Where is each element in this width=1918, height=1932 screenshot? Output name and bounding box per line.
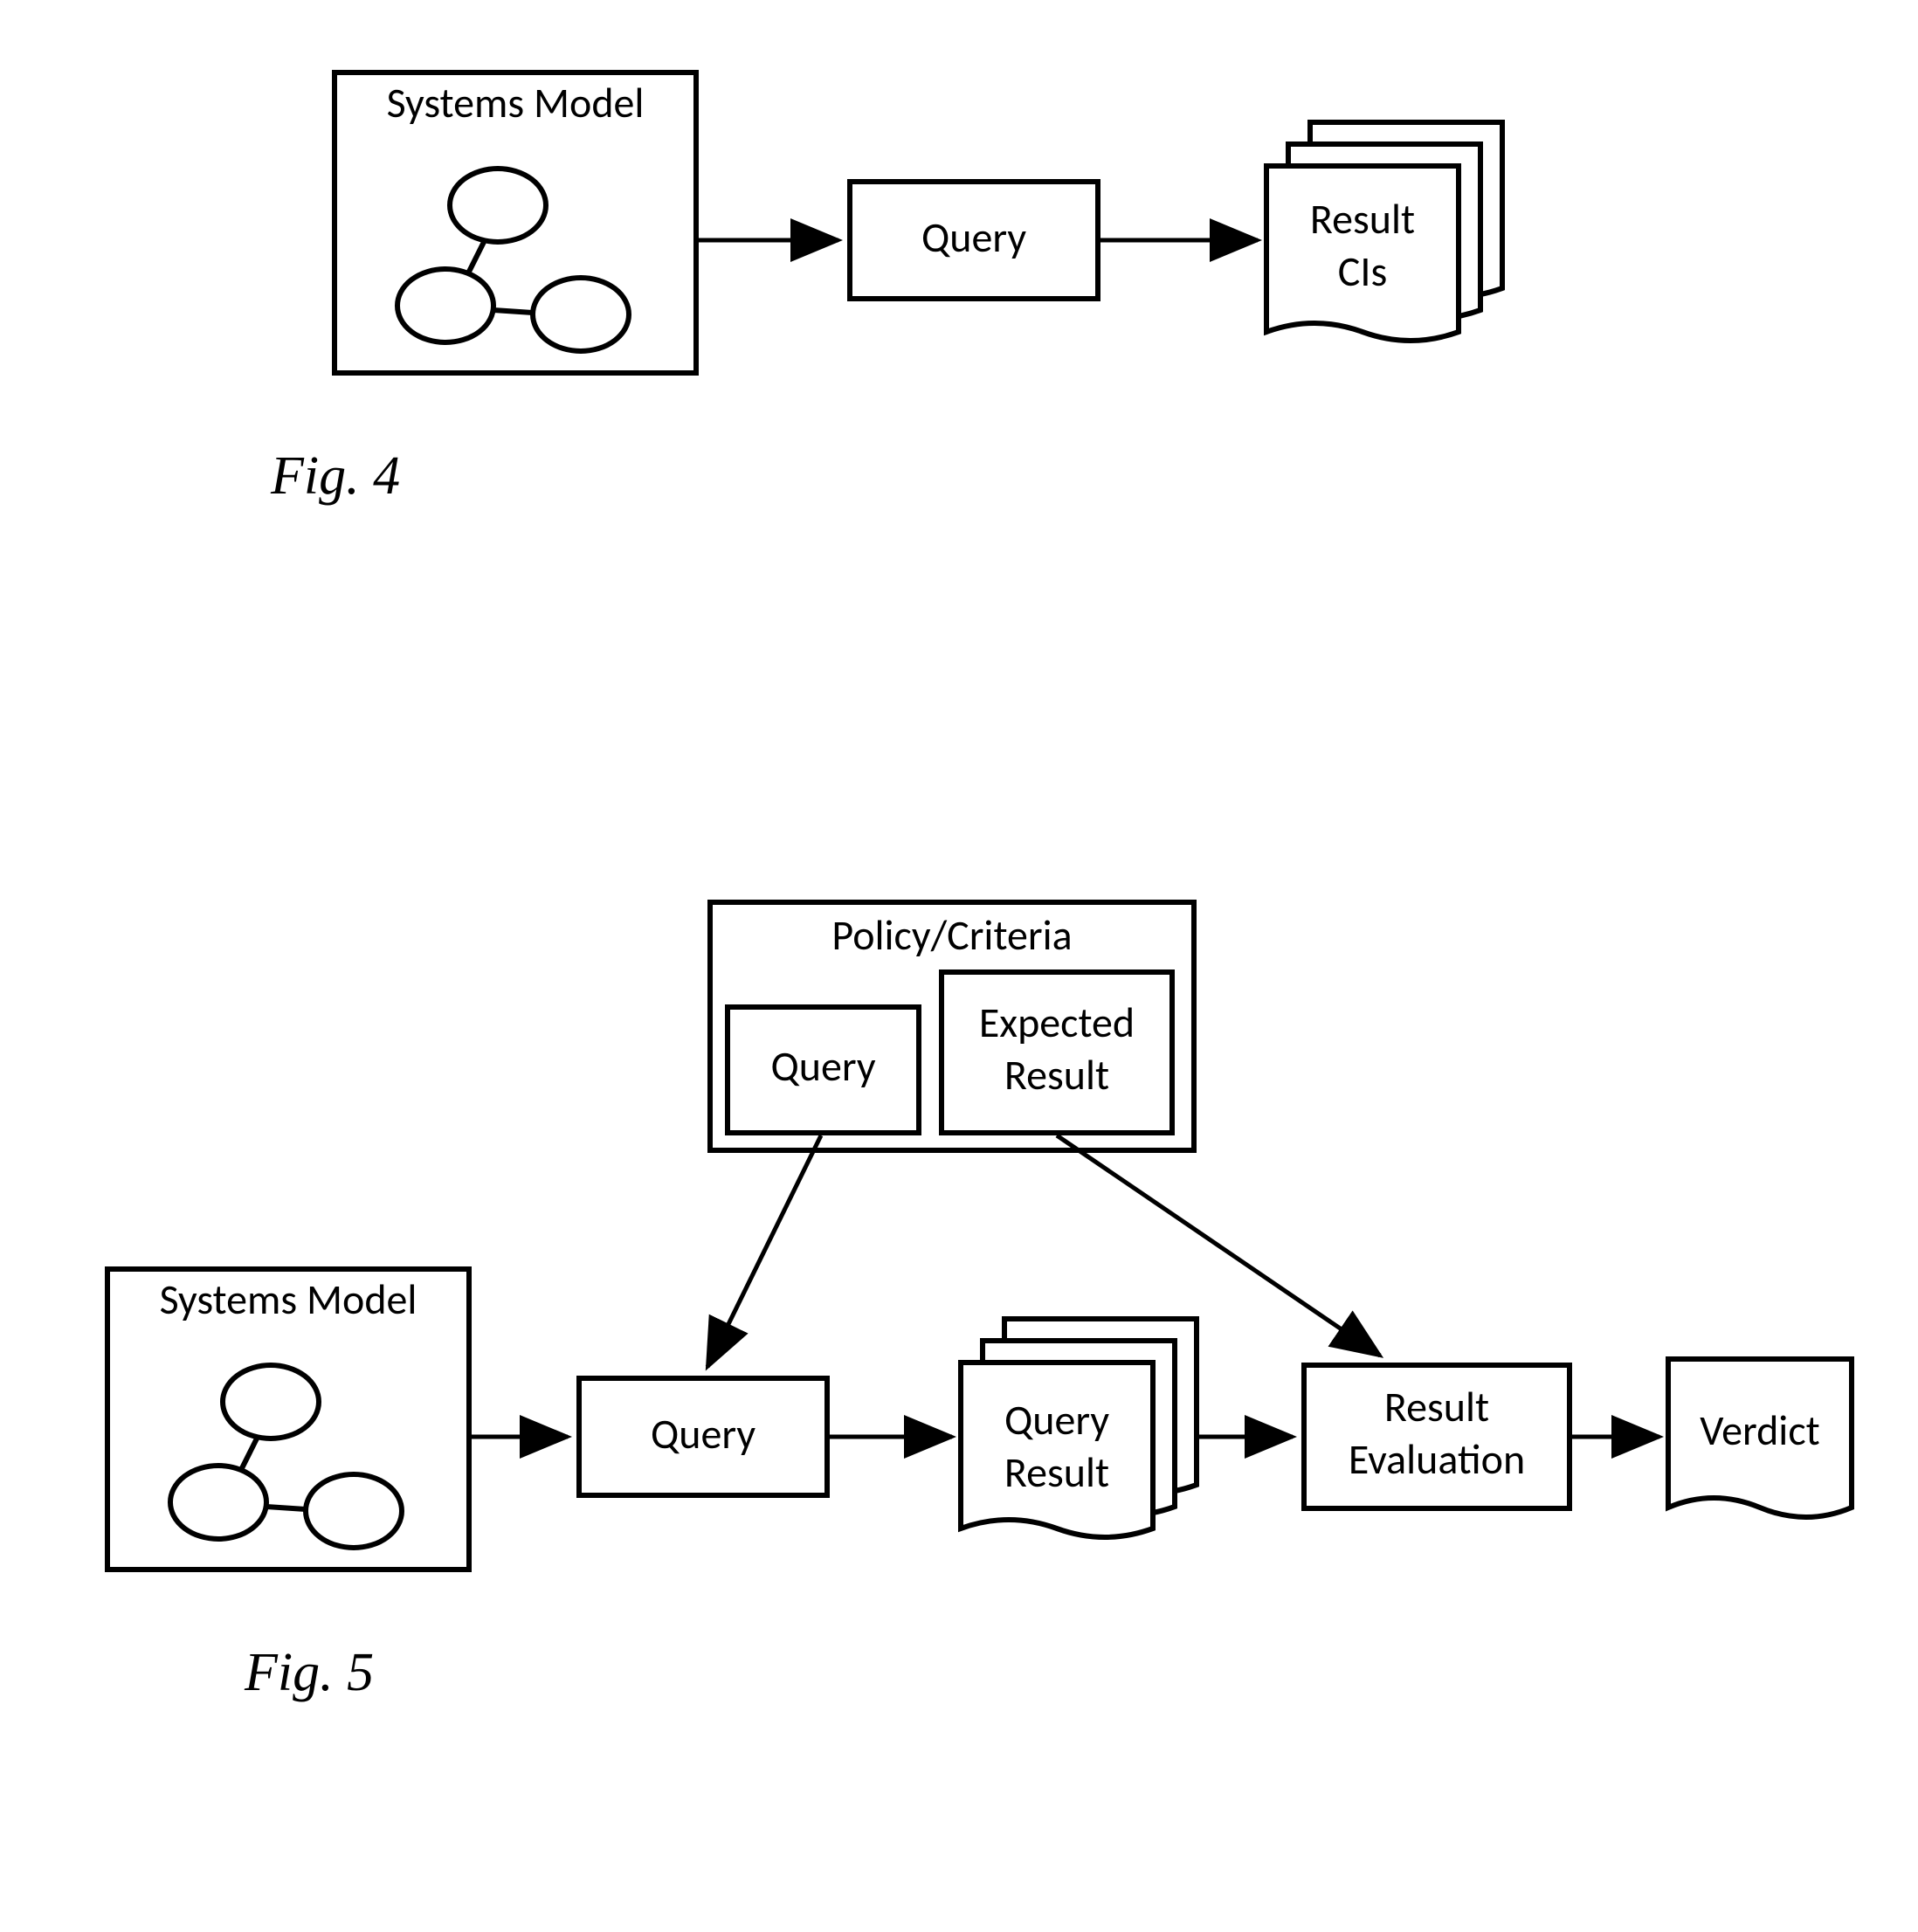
fig5-query-result-line2: Result bbox=[961, 1450, 1153, 1496]
fig5-policy-title: Policy/Criteria bbox=[707, 913, 1197, 959]
fig4-systems-model-title: Systems Model bbox=[332, 80, 699, 127]
fig5-result-evaluation-line2: Evaluation bbox=[1301, 1437, 1572, 1483]
fig4-result-line1: Result bbox=[1266, 197, 1459, 243]
fig5-policy-expected-line2: Result bbox=[939, 1052, 1175, 1099]
fig5-verdict-label: Verdict bbox=[1668, 1408, 1852, 1454]
diagram-canvas: Systems Model Query Result CIs bbox=[0, 0, 1918, 1932]
fig5-caption: Fig. 5 bbox=[245, 1642, 374, 1704]
fig5-query-label: Query bbox=[576, 1411, 830, 1458]
fig5-systems-model-title: Systems Model bbox=[105, 1277, 472, 1323]
fig5-query-result-line1: Query bbox=[961, 1397, 1153, 1444]
fig4-caption: Fig. 4 bbox=[271, 445, 400, 507]
fig4-query-label: Query bbox=[847, 215, 1100, 261]
fig4-result-line2: CIs bbox=[1266, 249, 1459, 295]
fig5-policy-expected-line1: Expected bbox=[939, 1000, 1175, 1046]
fig5-policy-query-label: Query bbox=[725, 1044, 921, 1090]
fig5-result-evaluation-line1: Result bbox=[1301, 1384, 1572, 1431]
